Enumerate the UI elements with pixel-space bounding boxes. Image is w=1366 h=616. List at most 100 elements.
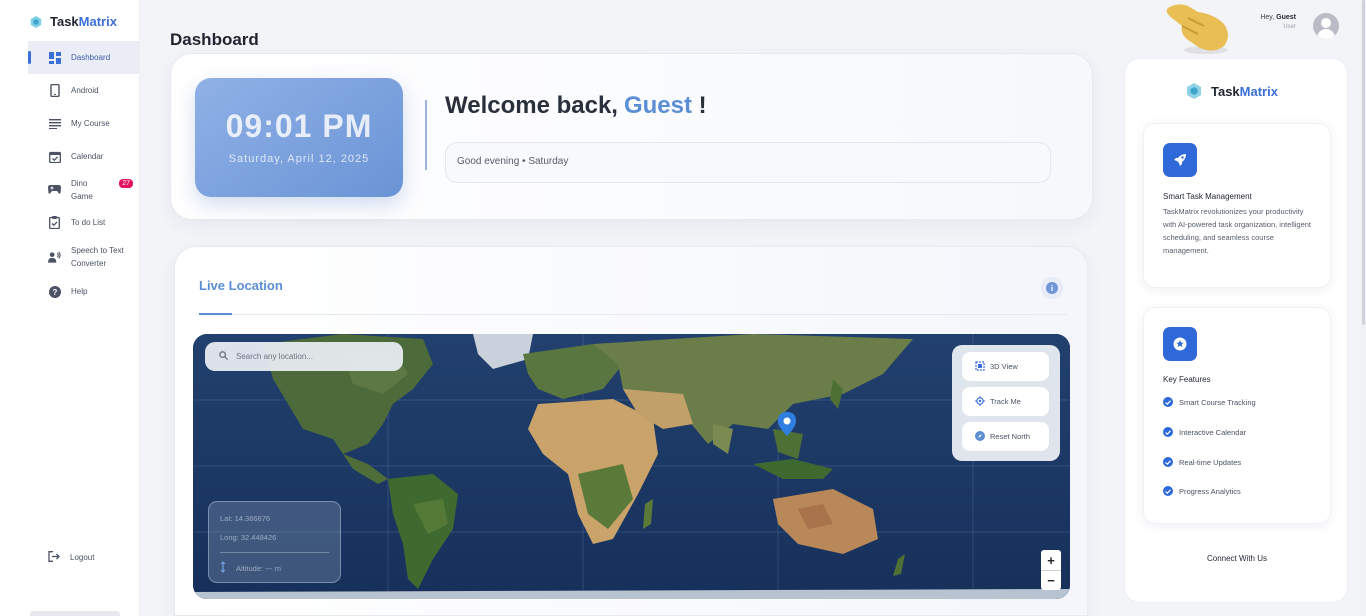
- page-scrollbar[interactable]: [1360, 0, 1366, 616]
- help-icon: ?: [48, 285, 61, 298]
- feature-item: Interactive Calendar: [1163, 427, 1246, 437]
- sidebar-item-label: My Course: [71, 119, 110, 128]
- brand-name-part1: Task: [1211, 83, 1240, 99]
- logout-button[interactable]: Logout: [48, 551, 94, 564]
- avatar[interactable]: [1313, 13, 1339, 39]
- dashboard-icon: [48, 51, 61, 64]
- sidebar-item-my-course[interactable]: My Course: [28, 107, 140, 140]
- sidebar-item-help[interactable]: ? Help: [28, 275, 140, 308]
- sidebar-nav: Dashboard Android My Course Calendar Din…: [28, 41, 140, 308]
- card-title: Smart Task Management: [1163, 192, 1252, 201]
- sidebar-item-label: To do List: [71, 218, 106, 227]
- zoom-controls: + −: [1041, 550, 1061, 590]
- calendar-icon: [48, 150, 61, 163]
- sidebar-item-dashboard[interactable]: Dashboard: [28, 41, 140, 74]
- user-greeting: Hey, Guest User: [1260, 14, 1296, 30]
- welcome-name: Guest: [623, 92, 692, 119]
- track-me-label: Track Me: [990, 397, 1021, 406]
- notification-badge: 27: [119, 179, 133, 188]
- cube-icon: [975, 360, 985, 373]
- welcome-suffix: !: [698, 92, 707, 119]
- check-icon: [1163, 397, 1173, 407]
- reset-north-button[interactable]: Reset North: [962, 422, 1049, 451]
- key-features-card: Key Features Smart Course Tracking Inter…: [1143, 307, 1331, 524]
- search-placeholder: Search any location...: [236, 352, 313, 361]
- feature-label: Smart Course Tracking: [1179, 397, 1256, 407]
- star-badge-icon: [1163, 327, 1197, 361]
- check-icon: [1163, 486, 1173, 496]
- divider: [425, 100, 427, 170]
- greeting-prefix: Hey,: [1260, 14, 1277, 21]
- clock-widget: 09:01 PM Saturday, April 12, 2025: [195, 78, 403, 197]
- world-map[interactable]: Search any location... 3D View Track Me …: [193, 334, 1070, 599]
- compass-icon: [975, 430, 985, 443]
- brand-name-part2: Matrix: [78, 14, 117, 29]
- check-icon: [1163, 427, 1173, 437]
- longitude-value: Long: 32.448426: [220, 533, 277, 542]
- sidebar-item-label: Help: [71, 287, 88, 296]
- feature-label: Interactive Calendar: [1179, 427, 1247, 437]
- sidebar-item-calendar[interactable]: Calendar: [28, 140, 140, 173]
- feature-item: Smart Course Tracking: [1163, 397, 1256, 407]
- feature-item: Real-time Updates: [1163, 457, 1241, 467]
- info-icon: i: [1046, 282, 1058, 294]
- map-search-input[interactable]: Search any location...: [205, 342, 403, 371]
- right-panel: TaskMatrix Smart Task Management TaskMat…: [1124, 58, 1348, 603]
- sidebar-footer-tab: [30, 611, 120, 616]
- location-pin-icon[interactable]: [778, 412, 796, 441]
- clock-time: 09:01 PM: [225, 108, 373, 144]
- gamepad-icon: [48, 183, 61, 196]
- altitude-value: Altitude: --- m: [236, 563, 282, 573]
- clipboard-icon: [48, 216, 61, 229]
- reset-north-label: Reset North: [990, 432, 1031, 441]
- rocket-icon: [1163, 143, 1197, 177]
- card-description: TaskMatrix revolutionizes your productiv…: [1163, 207, 1312, 255]
- sidebar-item-label: Calendar: [71, 152, 104, 161]
- logout-label: Logout: [70, 553, 95, 562]
- title-divider: [199, 314, 1067, 315]
- info-button[interactable]: i: [1041, 277, 1063, 299]
- zoom-out-button[interactable]: −: [1041, 570, 1061, 590]
- brand-name-part1: Task: [50, 14, 79, 29]
- smart-task-card: Smart Task Management TaskMatrix revolut…: [1143, 123, 1331, 288]
- sidebar-item-label: Android: [71, 86, 99, 95]
- title-underline: [199, 313, 232, 315]
- altitude-icon: [220, 561, 226, 575]
- feature-label: Real-time Updates: [1179, 457, 1242, 467]
- connect-with-us: Connect With Us: [1206, 554, 1268, 563]
- speaker-person-icon: [48, 251, 61, 264]
- greeting-box: Good evening • Saturday: [445, 142, 1051, 183]
- hex-logo-icon: [30, 15, 42, 28]
- zoom-in-button[interactable]: +: [1041, 550, 1061, 570]
- waving-hand-icon: [1166, 4, 1228, 54]
- welcome-card: 09:01 PM Saturday, April 12, 2025 Welcom…: [170, 53, 1093, 220]
- sidebar-item-to-do-list[interactable]: To do List: [28, 206, 140, 239]
- coordinates-panel: Lat: 14.366676 Long: 32.448426 Altitude:…: [208, 501, 341, 583]
- brand-name-part2: Matrix: [1239, 83, 1278, 99]
- altitude-row: Altitude: --- m: [220, 552, 329, 575]
- live-location-title: Live Location: [199, 278, 283, 293]
- sidebar-item-label: Dino Game: [71, 178, 93, 201]
- hex-logo-icon: [1187, 83, 1201, 99]
- page-title: Dashboard: [170, 30, 259, 49]
- user-name: Guest: [1276, 14, 1296, 21]
- lines-icon: [48, 117, 61, 130]
- sidebar-item-dino-game[interactable]: Dino Game 27: [28, 173, 134, 206]
- logout-icon: [48, 551, 60, 564]
- phone-icon: [48, 84, 61, 97]
- check-icon: [1163, 457, 1173, 467]
- card-title: Key Features: [1163, 375, 1211, 384]
- map-controls: 3D View Track Me Reset North: [952, 345, 1060, 461]
- track-me-button[interactable]: Track Me: [962, 387, 1049, 416]
- welcome-headline: Welcome back,: [445, 92, 618, 119]
- feature-label: Progress Analytics: [1179, 486, 1241, 496]
- brand-logo[interactable]: TaskMatrix: [30, 14, 117, 29]
- search-icon: [219, 351, 228, 362]
- 3d-view-button[interactable]: 3D View: [962, 352, 1049, 381]
- latitude-value: Lat: 14.366676: [220, 514, 271, 523]
- sidebar-item-speech-to-text[interactable]: Speech to Text Converter: [28, 239, 140, 275]
- user-role: User: [1283, 24, 1296, 30]
- clock-date: Saturday, April 12, 2025: [228, 153, 370, 165]
- sidebar-item-android[interactable]: Android: [28, 74, 140, 107]
- right-panel-brand: TaskMatrix: [1187, 83, 1278, 99]
